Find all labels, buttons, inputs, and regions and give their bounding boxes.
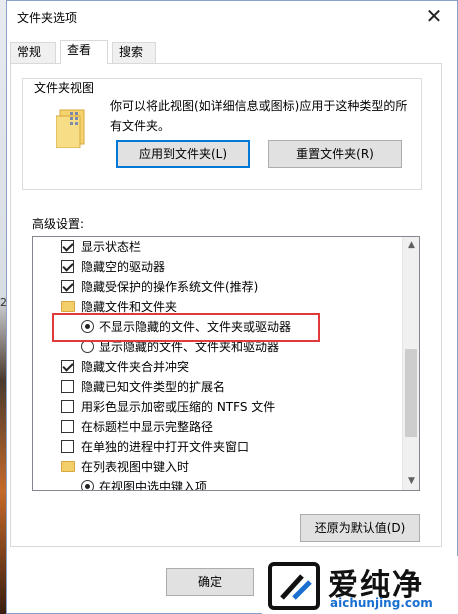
tree-scrollbar[interactable]: ▲ ▼ <box>402 237 419 490</box>
scroll-up-icon[interactable]: ▲ <box>403 237 419 254</box>
setting-hide-empty-drives[interactable]: 隐藏空的驱动器 <box>33 257 403 277</box>
checkbox[interactable] <box>61 420 74 433</box>
setting-label: 不显示隐藏的文件、文件夹或驱动器 <box>99 320 292 334</box>
checkbox[interactable] <box>61 280 74 293</box>
scroll-down-icon[interactable]: ▼ <box>403 473 419 490</box>
setting-full-path-title[interactable]: 在标题栏中显示完整路径 <box>33 417 403 437</box>
folder-icon <box>61 301 75 312</box>
setting-label: 在单独的进程中打开文件夹窗口 <box>81 440 250 454</box>
checkbox[interactable] <box>61 400 74 413</box>
setting-label: 显示状态栏 <box>81 240 142 254</box>
setting-hide-extensions[interactable]: 隐藏已知文件类型的扩展名 <box>33 377 403 397</box>
window-title: 文件夹选项 <box>17 11 78 25</box>
setting-label: 在标题栏中显示完整路径 <box>81 420 214 434</box>
setting-label: 隐藏空的驱动器 <box>81 260 166 274</box>
checkbox[interactable] <box>61 240 74 253</box>
scroll-thumb[interactable] <box>405 349 417 437</box>
folder-views-title: 文件夹视图 <box>30 79 99 96</box>
setting-show-status-bar[interactable]: 显示状态栏 <box>33 237 403 257</box>
setting-show-hidden[interactable]: 显示隐藏的文件、文件夹和驱动器 <box>33 337 403 357</box>
watermark-logo-icon <box>268 562 320 610</box>
setting-group-label: 隐藏文件和文件夹 <box>81 300 178 314</box>
tab-search[interactable]: 搜索 <box>112 42 156 63</box>
checkbox[interactable] <box>61 440 74 453</box>
setting-label: 隐藏已知文件类型的扩展名 <box>81 380 226 394</box>
apply-to-folders-button[interactable]: 应用到文件夹(L) <box>116 140 250 168</box>
setting-label: 用彩色显示加密或压缩的 NTFS 文件 <box>81 400 276 414</box>
folder-views-description: 你可以将此视图(如详细信息或图标)应用于这种类型的所有文件夹。 <box>110 99 408 133</box>
checkbox[interactable] <box>61 380 74 393</box>
radio-button[interactable] <box>81 340 94 353</box>
close-button[interactable]: ✕ <box>419 5 449 29</box>
tab-view[interactable]: 查看 <box>60 40 108 64</box>
checkbox[interactable] <box>61 260 74 273</box>
setting-label: 隐藏文件夹合并冲突 <box>81 360 190 374</box>
setting-dont-show-hidden[interactable]: 不显示隐藏的文件、文件夹或驱动器 <box>33 317 403 337</box>
checkbox[interactable] <box>61 360 74 373</box>
setting-group-hidden-files: 隐藏文件和文件夹 <box>33 297 403 317</box>
setting-hide-merge-conflicts[interactable]: 隐藏文件夹合并冲突 <box>33 357 403 377</box>
reset-folders-button[interactable]: 重置文件夹(R) <box>268 140 402 168</box>
advanced-settings-label: 高级设置: <box>32 217 85 231</box>
restore-defaults-button[interactable]: 还原为默认值(D) <box>300 514 420 542</box>
watermark-url: aichunjing.com <box>330 596 433 610</box>
setting-select-typed-item[interactable]: 在视图中选中键入项 <box>33 477 403 491</box>
setting-color-ntfs[interactable]: 用彩色显示加密或压缩的 NTFS 文件 <box>33 397 403 417</box>
radio-button[interactable] <box>81 320 94 333</box>
setting-group-label: 在列表视图中键入时 <box>81 460 190 474</box>
setting-label: 隐藏受保护的操作系统文件(推荐) <box>81 280 259 294</box>
title-bar: 文件夹选项 ✕ <box>7 1 457 33</box>
folder-icon <box>61 461 75 472</box>
advanced-settings-tree: 显示状态栏 隐藏空的驱动器 隐藏受保护的操作系统文件(推荐) 隐藏文件和文件夹 … <box>32 236 420 491</box>
folder-view-icon <box>56 109 85 148</box>
setting-label: 显示隐藏的文件、文件夹和驱动器 <box>99 340 280 354</box>
setting-separate-process[interactable]: 在单独的进程中打开文件夹窗口 <box>33 437 403 457</box>
setting-label: 在视图中选中键入项 <box>99 480 208 491</box>
setting-group-typing: 在列表视图中键入时 <box>33 457 403 477</box>
setting-hide-protected-os-files[interactable]: 隐藏受保护的操作系统文件(推荐) <box>33 277 403 297</box>
ok-button[interactable]: 确定 <box>166 568 254 596</box>
radio-button[interactable] <box>81 480 94 490</box>
tab-general[interactable]: 常规 <box>10 42 56 63</box>
